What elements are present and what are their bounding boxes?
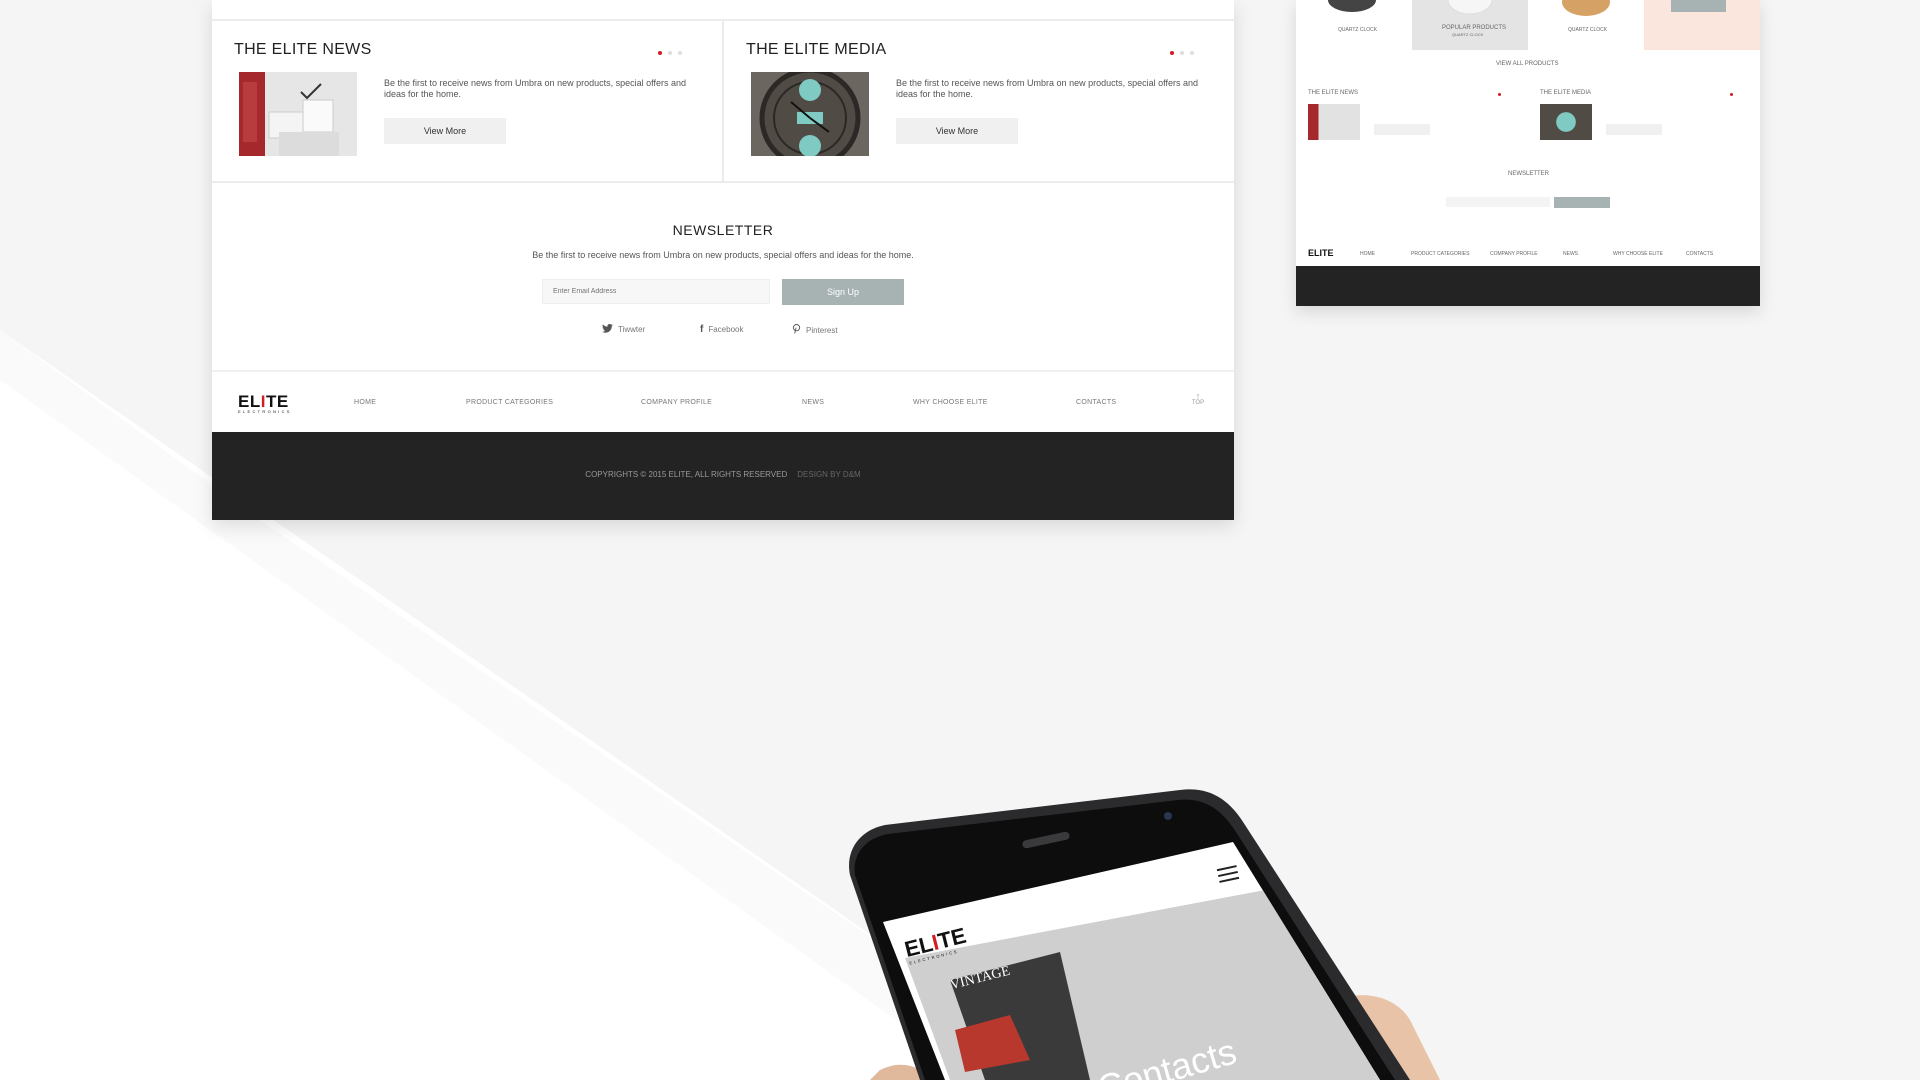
- media-carousel-dots[interactable]: [1170, 51, 1194, 55]
- twitter-link[interactable]: Tiwwter: [602, 323, 646, 335]
- carousel-dot[interactable]: [678, 51, 682, 55]
- carousel-dot[interactable]: [658, 51, 662, 55]
- carousel-dot[interactable]: [1180, 51, 1184, 55]
- elite-logo[interactable]: ELITE ELECTRONICS: [238, 393, 292, 414]
- mini-view-more-button[interactable]: [1374, 124, 1430, 135]
- mini-nav-contacts[interactable]: CONTACTS: [1686, 251, 1713, 257]
- logo-tagline: ELECTRONICS: [238, 409, 292, 414]
- facebook-link[interactable]: f Facebook: [700, 324, 743, 335]
- footer-nav-home[interactable]: HOME: [354, 399, 376, 406]
- copyright-text: COPYRIGHTS © 2015 ELITE, ALL RIGHTS RESE…: [212, 470, 1234, 479]
- mini-news-thumbnail[interactable]: [1308, 104, 1360, 140]
- footer-nav-product-categories[interactable]: PRODUCT CATEGORIES: [466, 399, 553, 406]
- mini-carousel-dot[interactable]: [1730, 93, 1733, 96]
- mini-nav-home[interactable]: HOME: [1360, 251, 1375, 257]
- news-title: THE ELITE NEWS: [234, 41, 372, 58]
- mini-copyright-bar: [1296, 266, 1760, 306]
- website-preview-mini: QUARTZ CLOCK POPULAR PRODUCTS QUARTZ CLO…: [1296, 0, 1760, 306]
- footer-nav-why-choose-elite[interactable]: WHY CHOOSE ELITE: [913, 399, 988, 406]
- twitter-label: Tiwwter: [618, 325, 646, 334]
- media-text: Be the first to receive news from Umbra …: [896, 78, 1198, 99]
- copyright-label: COPYRIGHTS © 2015 ELITE, ALL RIGHTS RESE…: [585, 470, 788, 479]
- news-carousel-dots[interactable]: [658, 51, 682, 55]
- footer-nav-contacts[interactable]: CONTACTS: [1076, 399, 1116, 406]
- design-credit[interactable]: DESIGN BY D&M: [797, 470, 860, 479]
- elite-news-panel: THE ELITE NEWS Be the first to receive n…: [212, 21, 724, 181]
- mini-nav-company-profile[interactable]: COMPANY PROFILE: [1490, 251, 1538, 257]
- mini-sign-up-button[interactable]: [1554, 197, 1610, 208]
- mini-quartz-right: QUARTZ CLOCK: [1568, 27, 1608, 33]
- newsletter-title: NEWSLETTER: [672, 222, 774, 238]
- mini-nav-product-categories[interactable]: PRODUCT CATEGORIES: [1411, 251, 1469, 257]
- pinterest-label: Pinterest: [806, 325, 838, 335]
- mini-quartz-left: QUARTZ CLOCK: [1338, 27, 1378, 33]
- mini-carousel-dot[interactable]: [1498, 93, 1501, 96]
- top-divider: [212, 0, 1234, 21]
- mini-logo[interactable]: ELITE: [1308, 248, 1334, 258]
- twitter-icon: [602, 323, 613, 335]
- footer-nav-news[interactable]: NEWS: [802, 399, 824, 406]
- email-input[interactable]: [542, 279, 770, 304]
- mini-newsletter-title: NEWSLETTER: [1508, 171, 1550, 177]
- mini-popular: POPULAR PRODUCTS: [1442, 25, 1507, 31]
- sign-up-button[interactable]: Sign Up: [782, 279, 904, 305]
- pinterest-link[interactable]: Pinterest: [792, 324, 838, 336]
- top-label: TOP: [1191, 400, 1205, 406]
- facebook-label: Facebook: [708, 325, 744, 334]
- news-thumbnail[interactable]: [239, 72, 357, 156]
- mini-view-all[interactable]: VIEW ALL PRODUCTS: [1496, 61, 1558, 67]
- pinterest-icon: [792, 324, 801, 336]
- arrow-up-icon: ↑: [1195, 391, 1201, 401]
- media-title: THE ELITE MEDIA: [746, 41, 887, 58]
- carousel-dot[interactable]: [1170, 51, 1174, 55]
- mini-view-more-button[interactable]: [1606, 124, 1662, 135]
- mini-email-input[interactable]: [1446, 197, 1550, 207]
- back-to-top-button[interactable]: ↑ TOP: [1190, 391, 1206, 407]
- newsletter-subtitle: Be the first to receive news from Umbra …: [532, 250, 914, 260]
- elite-media-panel: THE ELITE MEDIA Be the first to receive …: [724, 21, 1234, 181]
- media-view-more-button[interactable]: View More: [896, 118, 1018, 144]
- news-view-more-button[interactable]: View More: [384, 118, 506, 144]
- news-text: Be the first to receive news from Umbra …: [384, 78, 686, 99]
- mini-nav-news[interactable]: NEWS: [1563, 251, 1578, 257]
- mini-media-title: THE ELITE MEDIA: [1540, 90, 1592, 96]
- mini-media-thumbnail[interactable]: [1540, 104, 1592, 140]
- carousel-dot[interactable]: [1190, 51, 1194, 55]
- footer-nav-company-profile[interactable]: COMPANY PROFILE: [641, 399, 712, 406]
- mini-news-title: THE ELITE NEWS: [1308, 90, 1359, 96]
- mini-nav-why[interactable]: WHY CHOOSE ELITE: [1613, 251, 1663, 257]
- facebook-icon: f: [700, 324, 704, 335]
- mini-popular-sub: QUARTZ CLOCK: [1452, 32, 1484, 37]
- media-thumbnail[interactable]: [751, 72, 869, 156]
- section-divider: [212, 181, 1234, 183]
- carousel-dot[interactable]: [668, 51, 672, 55]
- footer-navigation: ELITE ELECTRONICS HOME PRODUCT CATEGORIE…: [212, 370, 1234, 434]
- website-mockup: THE ELITE NEWS Be the first to receive n…: [212, 0, 1234, 520]
- copyright-bar: COPYRIGHTS © 2015 ELITE, ALL RIGHTS RESE…: [212, 432, 1234, 520]
